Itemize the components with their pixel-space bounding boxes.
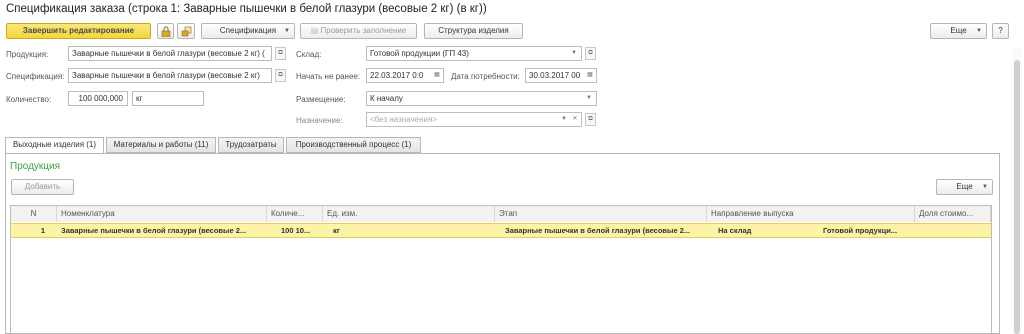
- more-button[interactable]: Еще ▼: [930, 23, 987, 39]
- add-button[interactable]: Добавить: [11, 179, 74, 195]
- need-date-value: 30.03.2017 00: [529, 71, 581, 80]
- placement-value: К началу: [370, 94, 403, 103]
- row-direction-detail: Готовой продукци...: [823, 226, 898, 235]
- warehouse-label: Склад:: [296, 50, 322, 59]
- lock-icon: [161, 26, 170, 38]
- chevron-down-icon: ▼: [982, 184, 988, 190]
- col-qty-header[interactable]: Количе...: [267, 206, 323, 222]
- col-nomenclature-header[interactable]: Номенклатура: [57, 206, 267, 222]
- specification-button[interactable]: Спецификация ▼: [201, 23, 295, 39]
- chevron-down-icon[interactable]: ▼: [569, 47, 579, 60]
- open-icon[interactable]: ⧉: [275, 47, 286, 60]
- scrollbar-thumb[interactable]: [1014, 60, 1020, 334]
- spec-label: Спецификация:: [6, 72, 65, 81]
- calendar-icon[interactable]: ▦: [585, 69, 595, 82]
- product-label: Продукция:: [6, 50, 49, 59]
- section-more-label: Еще: [956, 182, 973, 191]
- warehouse-value: Готовой продукции (ГП 43): [370, 49, 469, 58]
- start-date-field[interactable]: 22.03.2017 0:0 ▦: [366, 68, 444, 83]
- placement-label: Размещение:: [296, 95, 346, 104]
- open-icon[interactable]: ⧉: [585, 47, 596, 60]
- copy-lock-icon: [181, 26, 191, 37]
- open-icon[interactable]: ⧉: [585, 113, 596, 126]
- help-button[interactable]: ?: [992, 23, 1009, 39]
- purpose-field[interactable]: <без назначения> ▼ ✕: [366, 112, 582, 127]
- row-n: 1: [40, 226, 45, 235]
- tab-production-process[interactable]: Производственный процесс (1): [286, 137, 421, 153]
- need-date-label: Дата потребности:: [451, 72, 520, 81]
- open-icon[interactable]: ⧉: [275, 69, 286, 82]
- row-nomenclature: Заварные пышечки в белой глазури (весовы…: [61, 226, 247, 235]
- section-more-button[interactable]: Еще ▼: [936, 179, 993, 195]
- qty-label: Количество:: [6, 95, 52, 104]
- placement-field[interactable]: К началу ▼: [366, 91, 597, 106]
- spec-field[interactable]: Заварные пышечки в белой глазури (весовы…: [68, 68, 272, 83]
- window-title: Спецификация заказа (строка 1: Заварные …: [6, 3, 487, 15]
- qty-field[interactable]: 100 000,000: [68, 91, 128, 106]
- finish-edit-button[interactable]: Завершить редактирование: [6, 23, 151, 39]
- col-direction-header[interactable]: Направление выпуска: [707, 206, 915, 222]
- product-field[interactable]: Заварные пышечки в белой глазури (весовы…: [68, 46, 272, 61]
- warehouse-field[interactable]: Готовой продукции (ГП 43) ▼: [366, 46, 582, 61]
- row-unit: кг: [333, 226, 340, 235]
- start-date-value: 22.03.2017 0:0: [370, 71, 424, 80]
- col-share-header[interactable]: Доля стоимо...: [915, 206, 991, 222]
- check-fill-button[interactable]: ▤ Проверить заполнение: [300, 23, 417, 39]
- col-stage-header[interactable]: Этап: [495, 206, 707, 222]
- specification-label: Спецификация: [219, 26, 277, 35]
- chevron-down-icon[interactable]: ▼: [584, 92, 594, 105]
- row-share: [915, 224, 991, 237]
- start-label: Начать не ранее:: [296, 72, 361, 81]
- clear-icon[interactable]: ✕: [570, 113, 580, 126]
- need-date-field[interactable]: 30.03.2017 00 ▦: [525, 68, 597, 83]
- calendar-icon[interactable]: ▦: [432, 69, 442, 82]
- purpose-label: Назначение:: [296, 116, 343, 125]
- tab-materials-works[interactable]: Материалы и работы (11): [106, 137, 216, 153]
- chevron-down-icon: ▼: [284, 28, 290, 34]
- col-unit-header[interactable]: Ед. изм.: [323, 206, 495, 222]
- row-qty: 100 10...: [281, 226, 311, 235]
- more-label: Еще: [950, 26, 967, 35]
- purpose-placeholder: <без назначения>: [370, 115, 437, 124]
- tab-labor[interactable]: Трудозатраты: [218, 137, 284, 153]
- products-table[interactable]: N Номенклатура Количе... Ед. изм. Этап Н…: [10, 205, 992, 334]
- row-stage: Заварные пышечки в белой глазури (весовы…: [505, 226, 691, 235]
- product-structure-button[interactable]: Структура изделия: [424, 23, 523, 39]
- row-direction: На склад: [718, 226, 752, 235]
- section-title: Продукция: [10, 161, 61, 172]
- chevron-down-icon: ▼: [976, 28, 982, 34]
- tab-output-products[interactable]: Выходные изделия (1): [5, 137, 104, 154]
- table-row[interactable]: 1 Заварные пышечки в белой глазури (весо…: [11, 223, 991, 238]
- unit-field[interactable]: кг: [132, 91, 204, 106]
- check-fill-label: Проверить заполнение: [320, 26, 407, 35]
- lock-button[interactable]: [157, 23, 174, 39]
- col-n-header[interactable]: N: [11, 206, 57, 222]
- copy-lock-button[interactable]: [177, 23, 195, 39]
- chevron-down-icon[interactable]: ▼: [559, 113, 569, 126]
